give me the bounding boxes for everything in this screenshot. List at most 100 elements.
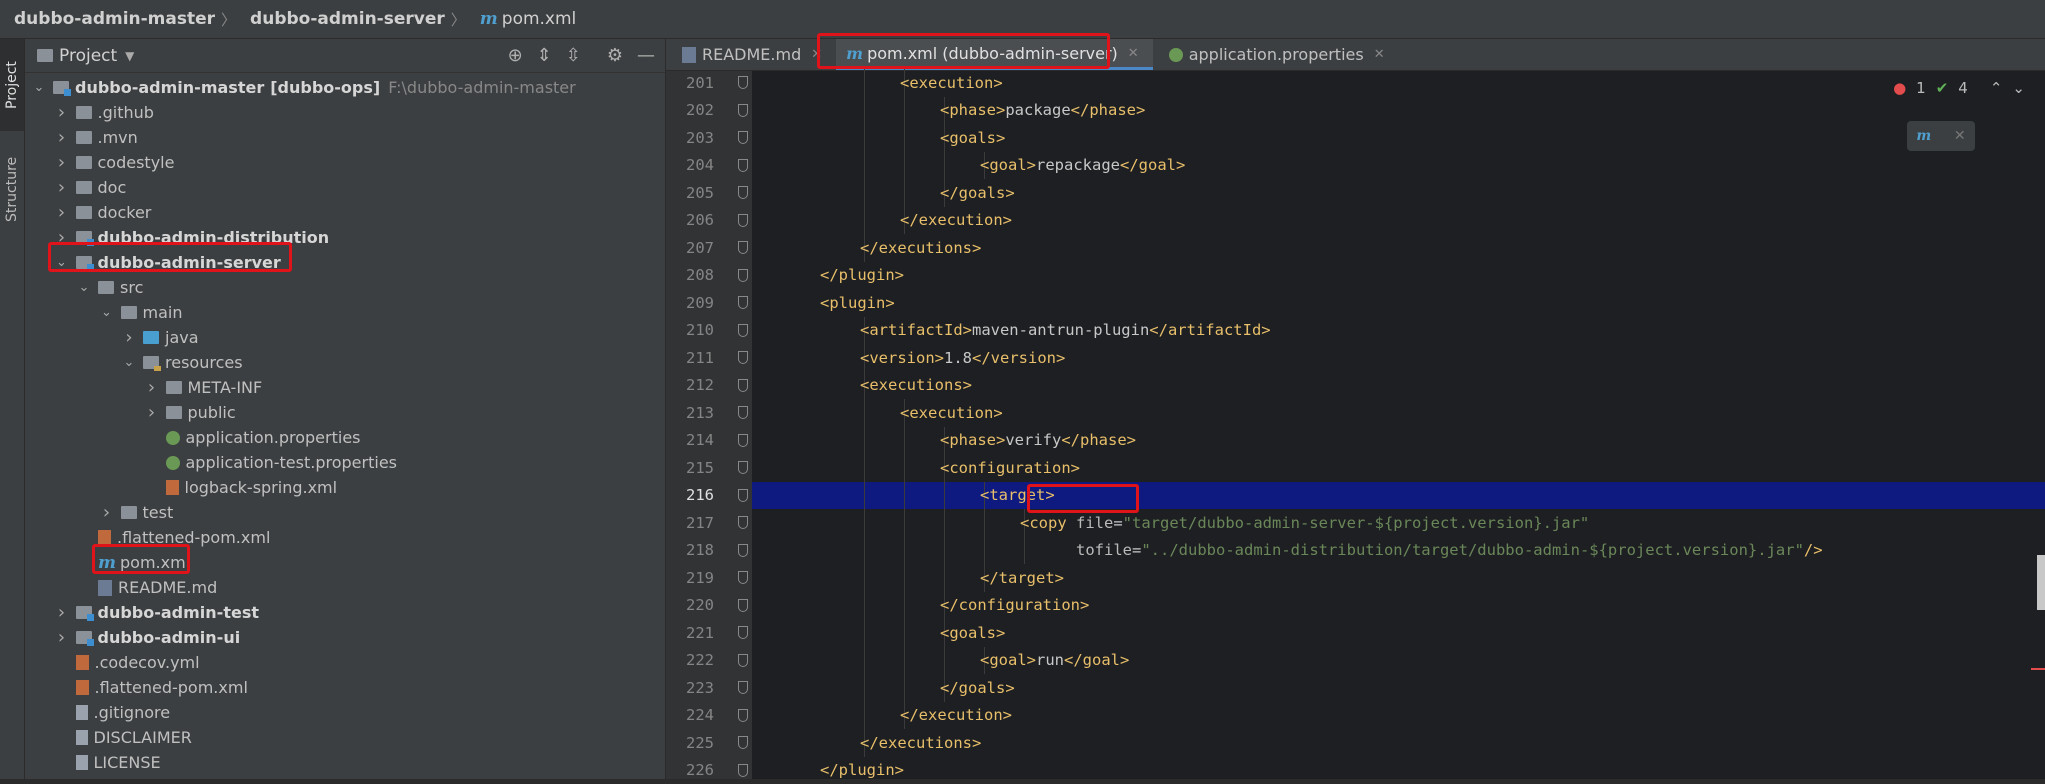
fold-marker-icon[interactable] bbox=[738, 434, 748, 447]
editor-scrollbar-thumb[interactable] bbox=[2037, 555, 2045, 610]
locate-icon[interactable]: ⊕ bbox=[508, 45, 523, 66]
breadcrumb-project[interactable]: dubbo-admin-master bbox=[0, 9, 221, 29]
tree-item[interactable]: ›java bbox=[121, 325, 199, 350]
fold-marker-icon[interactable] bbox=[738, 131, 748, 144]
maven-reload-popup[interactable]: m ✕ bbox=[1907, 121, 1975, 151]
code-line[interactable]: 215<configuration> bbox=[752, 454, 2045, 482]
chevron-right-icon[interactable]: › bbox=[54, 177, 70, 198]
fold-marker-icon[interactable] bbox=[738, 379, 748, 392]
code-line[interactable]: 220</configuration> bbox=[752, 592, 2045, 620]
fold-marker-icon[interactable] bbox=[738, 544, 748, 557]
fold-marker-icon[interactable] bbox=[738, 461, 748, 474]
error-stripe-marker[interactable] bbox=[2031, 668, 2045, 670]
chevron-right-icon[interactable]: › bbox=[54, 627, 70, 648]
tree-item[interactable]: ›.mvn bbox=[54, 125, 138, 150]
tree-item[interactable]: ›.github bbox=[54, 100, 154, 125]
tree-item[interactable]: ›dubbo-admin-ui bbox=[54, 625, 241, 650]
tree-item[interactable]: ›META-INF bbox=[144, 375, 263, 400]
fold-marker-icon[interactable] bbox=[738, 709, 748, 722]
chevron-right-icon[interactable]: › bbox=[144, 377, 160, 398]
chevron-right-icon[interactable]: › bbox=[99, 502, 115, 523]
chevron-right-icon[interactable]: › bbox=[54, 202, 70, 223]
code-line[interactable]: 222<goal>run</goal> bbox=[752, 647, 2045, 675]
code-line[interactable]: 214<phase>verify</phase> bbox=[752, 427, 2045, 455]
code-line[interactable]: 225</executions> bbox=[752, 729, 2045, 757]
tree-item[interactable]: ›public bbox=[144, 400, 236, 425]
code-line[interactable]: 205</goals> bbox=[752, 179, 2045, 207]
inspection-status[interactable]: ● 1 ✔ 4 ⌃ ⌄ bbox=[1893, 79, 2025, 97]
code-line[interactable]: 208</plugin> bbox=[752, 262, 2045, 290]
fold-marker-icon[interactable] bbox=[738, 489, 748, 502]
code-line[interactable]: 202<phase>package</phase> bbox=[752, 97, 2045, 125]
tree-item[interactable]: .gitignore bbox=[54, 700, 171, 725]
chevron-down-icon[interactable]: ⌄ bbox=[31, 80, 47, 95]
minimize-icon[interactable]: — bbox=[637, 45, 655, 66]
code-line[interactable]: 209<plugin> bbox=[752, 289, 2045, 317]
tree-item[interactable]: ›test bbox=[99, 500, 174, 525]
fold-marker-icon[interactable] bbox=[738, 296, 748, 309]
code-line[interactable]: 217<copy file="target/dubbo-admin-server… bbox=[752, 509, 2045, 537]
fold-marker-icon[interactable] bbox=[738, 241, 748, 254]
code-line[interactable]: 213<execution> bbox=[752, 399, 2045, 427]
editor-tab[interactable]: application.properties✕ bbox=[1153, 39, 1399, 70]
fold-marker-icon[interactable] bbox=[738, 186, 748, 199]
tree-item[interactable]: ⌄src bbox=[76, 275, 143, 300]
fold-marker-icon[interactable] bbox=[738, 736, 748, 749]
tree-item[interactable]: ⌄resources bbox=[121, 350, 243, 375]
fold-marker-icon[interactable] bbox=[738, 104, 748, 117]
fold-marker-icon[interactable] bbox=[738, 599, 748, 612]
tree-item[interactable]: ›dubbo-admin-test bbox=[54, 600, 260, 625]
chevron-down-icon[interactable]: ⌄ bbox=[99, 305, 115, 320]
collapse-all-icon[interactable]: ⇳ bbox=[566, 45, 581, 66]
editor-tab[interactable]: README.md✕ bbox=[666, 39, 836, 70]
close-icon[interactable]: ✕ bbox=[1954, 128, 1966, 144]
chevron-down-icon[interactable]: ▼ bbox=[125, 49, 134, 63]
code-line[interactable]: 216<target> bbox=[752, 482, 2045, 510]
chevron-right-icon[interactable]: › bbox=[54, 602, 70, 623]
fold-marker-icon[interactable] bbox=[738, 406, 748, 419]
close-icon[interactable]: ✕ bbox=[1374, 47, 1385, 62]
fold-marker-icon[interactable] bbox=[738, 351, 748, 364]
code-line[interactable]: 224</execution> bbox=[752, 702, 2045, 730]
tree-item[interactable]: ›doc bbox=[54, 175, 127, 200]
chevron-up-icon[interactable]: ⌃ bbox=[1990, 79, 2003, 97]
chevron-right-icon[interactable]: › bbox=[144, 402, 160, 423]
code-line[interactable]: 223</goals> bbox=[752, 674, 2045, 702]
tree-item[interactable]: ›codestyle bbox=[54, 150, 175, 175]
project-tool-tab[interactable]: Project bbox=[0, 39, 24, 131]
expand-all-icon[interactable]: ⇕ bbox=[537, 45, 552, 66]
fold-marker-icon[interactable] bbox=[738, 764, 748, 777]
fold-marker-icon[interactable] bbox=[738, 654, 748, 667]
code-line[interactable]: 204<goal>repackage</goal> bbox=[752, 152, 2045, 180]
chevron-right-icon[interactable]: › bbox=[121, 327, 137, 348]
code-line[interactable]: 210<artifactId>maven-antrun-plugin</arti… bbox=[752, 317, 2045, 345]
tree-item[interactable]: .flattened-pom.xml bbox=[54, 675, 248, 700]
tree-item[interactable]: application.properties bbox=[144, 425, 361, 450]
code-line[interactable]: 219</target> bbox=[752, 564, 2045, 592]
code-line[interactable]: 212<executions> bbox=[752, 372, 2045, 400]
fold-marker-icon[interactable] bbox=[738, 159, 748, 172]
fold-marker-icon[interactable] bbox=[738, 516, 748, 529]
code-line[interactable]: 203<goals> bbox=[752, 124, 2045, 152]
gear-icon[interactable]: ⚙ bbox=[607, 45, 623, 66]
code-line[interactable]: 226</plugin> bbox=[752, 757, 2045, 784]
tree-item[interactable]: ⌄dubbo-admin-master[dubbo-ops]F:\dubbo-a… bbox=[31, 75, 576, 100]
fold-marker-icon[interactable] bbox=[738, 324, 748, 337]
fold-marker-icon[interactable] bbox=[738, 626, 748, 639]
tree-item[interactable]: LICENSE bbox=[54, 750, 161, 775]
tree-item[interactable]: DISCLAIMER bbox=[54, 725, 192, 750]
fold-marker-icon[interactable] bbox=[738, 76, 748, 89]
close-icon[interactable]: ✕ bbox=[1128, 46, 1139, 61]
chevron-right-icon[interactable]: › bbox=[54, 102, 70, 123]
chevron-down-icon[interactable]: ⌄ bbox=[2012, 79, 2025, 97]
maven-reload-icon[interactable]: m bbox=[1916, 128, 1931, 144]
fold-marker-icon[interactable] bbox=[738, 214, 748, 227]
code-line[interactable]: 218 tofile="../dubbo-admin-distribution/… bbox=[752, 537, 2045, 565]
tree-item[interactable]: ›docker bbox=[54, 200, 152, 225]
tree-item[interactable]: .codecov.yml bbox=[54, 650, 200, 675]
code-line[interactable]: 206</execution> bbox=[752, 207, 2045, 235]
chevron-down-icon[interactable]: ⌄ bbox=[76, 280, 92, 295]
fold-marker-icon[interactable] bbox=[738, 571, 748, 584]
tree-item[interactable]: ⌄main bbox=[99, 300, 183, 325]
code-line[interactable]: 211<version>1.8</version> bbox=[752, 344, 2045, 372]
